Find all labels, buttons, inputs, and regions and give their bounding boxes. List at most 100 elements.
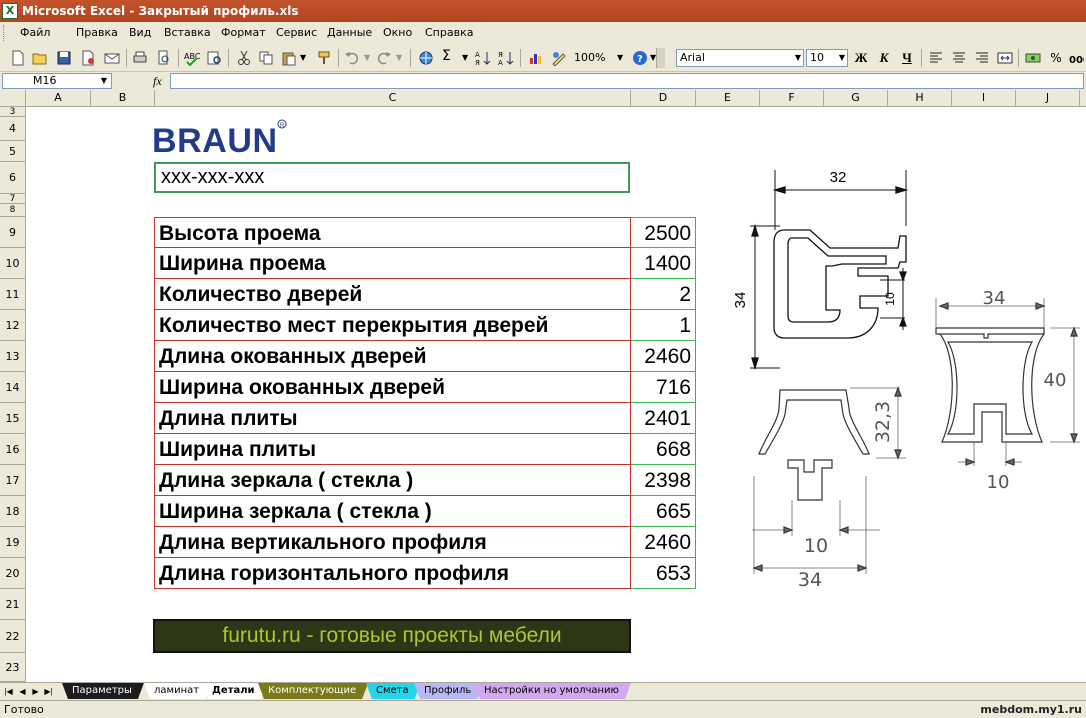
sheet-tab[interactable]: Параметры	[62, 683, 144, 699]
undo-icon[interactable]	[344, 50, 360, 66]
menu-edit[interactable]: Правка	[76, 26, 118, 39]
save-icon[interactable]	[56, 50, 72, 66]
cut-icon[interactable]	[236, 50, 252, 66]
detail-value[interactable]: 1400	[631, 248, 696, 279]
email-icon[interactable]	[104, 50, 120, 66]
sheet-tab[interactable]: Детали	[202, 683, 267, 699]
first-sheet-icon[interactable]: |◀	[3, 685, 14, 698]
detail-value[interactable]: 1	[631, 310, 696, 341]
row-header-3[interactable]: 3	[0, 107, 26, 117]
name-box[interactable]: M16 ▼	[2, 73, 112, 89]
row-header-18[interactable]: 18	[0, 496, 26, 527]
align-right-icon[interactable]	[974, 50, 990, 66]
column-header-d[interactable]: D	[631, 90, 696, 107]
detail-value[interactable]: 2460	[631, 527, 696, 558]
detail-label[interactable]: Длина горизонтального профиля	[154, 558, 631, 589]
menu-insert[interactable]: Вставка	[164, 26, 211, 39]
chart-wizard-icon[interactable]	[528, 50, 544, 66]
row-header-15[interactable]: 15	[0, 403, 26, 434]
menu-file[interactable]: Файл	[20, 26, 50, 39]
row-header-16[interactable]: 16	[0, 434, 26, 465]
menu-tools[interactable]: Сервис	[276, 26, 317, 39]
row-header-5[interactable]: 5	[0, 141, 26, 162]
column-header-b[interactable]: B	[91, 90, 155, 107]
project-name-cell[interactable]: ххх-ххх-ххх	[154, 162, 630, 193]
menu-view[interactable]: Вид	[129, 26, 151, 39]
new-icon[interactable]	[10, 50, 26, 66]
detail-value[interactable]: 668	[631, 434, 696, 465]
toolbar-grip[interactable]	[3, 25, 6, 41]
row-header-20[interactable]: 20	[0, 558, 26, 589]
row-header-22[interactable]: 22	[0, 620, 26, 653]
menu-window[interactable]: Окно	[383, 26, 412, 39]
sort-descending-icon[interactable]: ЯA	[498, 50, 514, 66]
row-header-8[interactable]: 8	[0, 204, 26, 217]
detail-label[interactable]: Ширина зеркала ( стекла )	[154, 496, 631, 527]
row-header-11[interactable]: 11	[0, 279, 26, 310]
row-header-9[interactable]: 9	[0, 217, 26, 248]
row-header-4[interactable]: 4	[0, 117, 26, 141]
comma-style-icon[interactable]: 000	[1068, 50, 1084, 66]
print-preview-icon[interactable]	[156, 50, 172, 66]
detail-value[interactable]: 653	[631, 558, 696, 589]
detail-value[interactable]: 665	[631, 496, 696, 527]
detail-label[interactable]: Количество мест перекрытия дверей	[154, 310, 631, 341]
select-all-button[interactable]	[0, 90, 26, 107]
drawing-icon[interactable]	[551, 50, 567, 66]
detail-value[interactable]: 2398	[631, 465, 696, 496]
redo-dropdown-icon[interactable]: ▼	[396, 53, 402, 62]
align-left-icon[interactable]	[928, 50, 944, 66]
column-header-k[interactable]	[1080, 90, 1086, 107]
permission-icon[interactable]	[80, 50, 96, 66]
row-header-10[interactable]: 10	[0, 248, 26, 279]
autosum-dropdown-icon[interactable]: ▼	[462, 53, 468, 62]
detail-label[interactable]: Длина зеркала ( стекла )	[154, 465, 631, 496]
column-header-e[interactable]: E	[696, 90, 760, 107]
row-header-23[interactable]: 23	[0, 653, 26, 682]
fx-icon[interactable]: fx	[153, 74, 162, 89]
print-icon[interactable]	[132, 50, 148, 66]
detail-label[interactable]: Высота проема	[154, 217, 631, 248]
column-header-g[interactable]: G	[824, 90, 888, 107]
column-header-f[interactable]: F	[760, 90, 824, 107]
align-center-icon[interactable]	[951, 50, 967, 66]
paste-icon[interactable]	[281, 50, 297, 66]
redo-icon[interactable]	[376, 50, 392, 66]
detail-value[interactable]: 2	[631, 279, 696, 310]
row-header-7[interactable]: 7	[0, 194, 26, 204]
column-header-a[interactable]: A	[26, 90, 91, 107]
merge-center-icon[interactable]	[997, 50, 1013, 66]
menu-format[interactable]: Формат	[221, 26, 266, 39]
zoom-dropdown-icon[interactable]: ▼	[617, 53, 623, 62]
detail-value[interactable]: 2401	[631, 403, 696, 434]
detail-label[interactable]: Длина вертикального профиля	[154, 527, 631, 558]
toolbar-overflow-icon[interactable]	[656, 48, 665, 68]
italic-button[interactable]: К	[876, 50, 892, 66]
last-sheet-icon[interactable]: ▶|	[43, 685, 54, 698]
sort-ascending-icon[interactable]: AЯ	[475, 50, 491, 66]
format-painter-icon[interactable]	[316, 50, 332, 66]
spelling-icon[interactable]: ABC	[184, 50, 200, 66]
percent-button[interactable]: %	[1048, 50, 1064, 66]
column-header-j[interactable]: J	[1016, 90, 1080, 107]
row-header-19[interactable]: 19	[0, 527, 26, 558]
copy-icon[interactable]	[258, 50, 274, 66]
sheet-tab[interactable]: ламинат	[144, 683, 211, 699]
hyperlink-icon[interactable]	[418, 50, 434, 66]
help-icon[interactable]: ?	[632, 50, 648, 66]
currency-icon[interactable]	[1025, 50, 1041, 66]
formula-input[interactable]	[170, 73, 1084, 89]
next-sheet-icon[interactable]: ▶	[30, 685, 41, 698]
autosum-icon[interactable]: Σ	[442, 48, 451, 64]
research-icon[interactable]	[206, 50, 222, 66]
open-icon[interactable]	[32, 50, 48, 66]
detail-label[interactable]: Длина плиты	[154, 403, 631, 434]
excel-icon[interactable]: X	[2, 3, 18, 19]
prev-sheet-icon[interactable]: ◀	[17, 685, 28, 698]
font-size-combo[interactable]: 10 ▼	[806, 49, 848, 67]
row-header-21[interactable]: 21	[0, 589, 26, 620]
sheet-tab[interactable]: Настройки но умолчанию	[474, 683, 631, 699]
underline-button[interactable]: Ч	[899, 50, 915, 66]
paste-dropdown-icon[interactable]: ▼	[300, 53, 306, 62]
row-header-12[interactable]: 12	[0, 310, 26, 341]
